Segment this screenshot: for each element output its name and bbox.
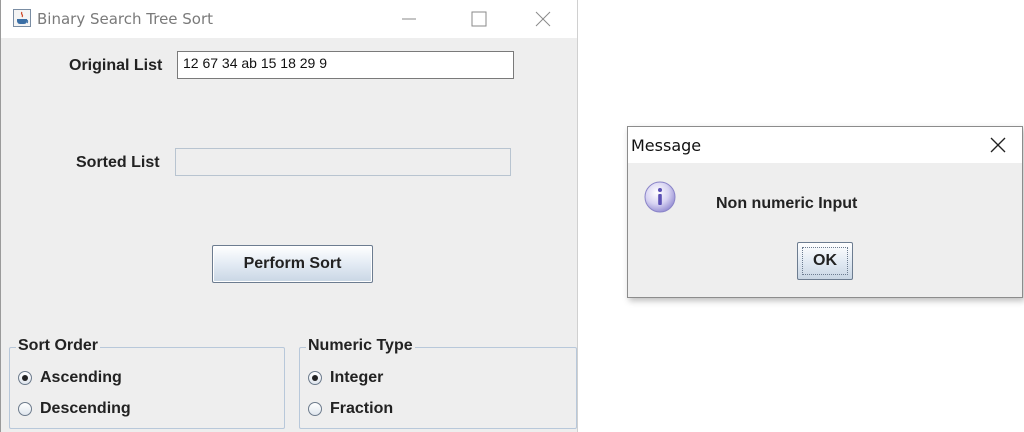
radio-integer-label: Integer	[330, 369, 384, 386]
title-bar[interactable]: Binary Search Tree Sort	[1, 0, 577, 38]
message-dialog: Message Non numeric Input OK	[627, 126, 1023, 298]
dialog-title-bar[interactable]: Message	[628, 127, 1022, 163]
dialog-message: Non numeric Input	[716, 195, 858, 212]
radio-descending[interactable]: Descending	[18, 398, 131, 420]
radio-unselected-icon[interactable]	[308, 402, 322, 416]
dialog-title: Message	[631, 136, 702, 155]
java-app-icon	[13, 9, 31, 27]
radio-unselected-icon[interactable]	[18, 402, 32, 416]
original-list-input[interactable]: 12 67 34 ab 15 18 29 9	[177, 51, 514, 79]
perform-sort-button[interactable]: Perform Sort	[212, 245, 373, 283]
radio-fraction[interactable]: Fraction	[308, 398, 393, 420]
sort-order-group: Sort Order Ascending Descending	[9, 337, 285, 429]
radio-ascending[interactable]: Ascending	[18, 367, 122, 389]
numeric-type-group: Numeric Type Integer Fraction	[299, 337, 577, 429]
maximize-icon[interactable]	[459, 4, 499, 34]
radio-descending-label: Descending	[40, 400, 131, 417]
minimize-icon[interactable]	[389, 4, 429, 34]
close-icon[interactable]	[523, 4, 563, 34]
sorted-list-output	[175, 148, 511, 176]
radio-selected-icon[interactable]	[308, 371, 322, 385]
window-title: Binary Search Tree Sort	[37, 10, 214, 28]
radio-selected-icon[interactable]	[18, 371, 32, 385]
radio-integer[interactable]: Integer	[308, 367, 383, 389]
ok-button-label: OK	[802, 247, 848, 275]
original-list-label: Original List	[69, 57, 163, 74]
ok-button[interactable]: OK	[797, 242, 853, 280]
sort-order-title: Sort Order	[16, 337, 101, 355]
info-icon	[644, 181, 676, 213]
main-window: Binary Search Tree Sort Original List 12…	[0, 0, 578, 432]
sorted-list-label: Sorted List	[76, 154, 160, 171]
close-icon[interactable]	[986, 135, 1010, 155]
radio-ascending-label: Ascending	[40, 369, 122, 386]
radio-fraction-label: Fraction	[330, 400, 394, 417]
numeric-type-title: Numeric Type	[306, 337, 415, 355]
